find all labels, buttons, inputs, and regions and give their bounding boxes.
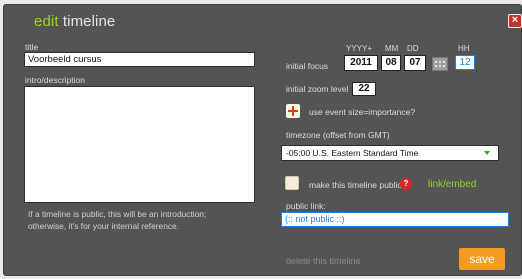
delete-timeline-link[interactable]: delete this timeline bbox=[286, 256, 361, 266]
event-size-label: use event size=importance? bbox=[309, 107, 416, 117]
hour-header: HH bbox=[458, 44, 470, 53]
intro-label: intro/description bbox=[25, 75, 86, 85]
day-input[interactable]: 07 bbox=[404, 55, 426, 71]
timezone-label: timezone (offset from GMT) bbox=[286, 130, 390, 140]
dialog-title-timeline: timeline bbox=[62, 13, 116, 30]
help-icon[interactable]: ? bbox=[400, 178, 412, 190]
calendar-icon[interactable] bbox=[432, 57, 448, 71]
hour-input[interactable]: 12 bbox=[455, 55, 475, 70]
zoom-input[interactable]: 22 bbox=[352, 82, 376, 96]
save-button[interactable]: save bbox=[459, 248, 505, 270]
month-input[interactable]: 08 bbox=[381, 55, 401, 71]
timezone-value: -05:00 U.S. Eastern Standard Time bbox=[286, 148, 419, 158]
close-icon[interactable]: × bbox=[508, 14, 522, 28]
public-checkbox[interactable] bbox=[285, 176, 299, 190]
plus-icon[interactable] bbox=[286, 104, 300, 118]
link-embed-link[interactable]: link/embed bbox=[428, 179, 476, 190]
dialog-title: edit timeline bbox=[34, 13, 115, 30]
month-header: MM bbox=[385, 44, 399, 53]
intro-help-line-1: If a timeline is public, this will be an… bbox=[28, 209, 207, 219]
title-label: title bbox=[25, 42, 39, 52]
day-header: DD bbox=[407, 44, 419, 53]
public-question-label: make this timeline public? bbox=[309, 180, 407, 190]
intro-help-line-2: otherwise, it's for your internal refere… bbox=[28, 221, 180, 231]
intro-help-text: If a timeline is public, this will be an… bbox=[28, 208, 206, 232]
public-link-label: public link: bbox=[286, 201, 326, 211]
year-input[interactable]: 2011 bbox=[344, 55, 378, 71]
zoom-label: initial zoom level bbox=[286, 84, 349, 94]
initial-focus-label: initial focus bbox=[286, 61, 329, 71]
intro-textarea[interactable] bbox=[24, 86, 255, 203]
dialog-title-edit: edit bbox=[34, 13, 59, 30]
title-input[interactable]: Voorbeeld cursus bbox=[24, 52, 255, 67]
dropdown-arrow-icon bbox=[484, 151, 490, 155]
timezone-select[interactable]: -05:00 U.S. Eastern Standard Time bbox=[281, 145, 499, 161]
public-link-field[interactable]: (:: not public ::) bbox=[281, 212, 509, 227]
year-header: YYYY+ bbox=[346, 44, 373, 53]
